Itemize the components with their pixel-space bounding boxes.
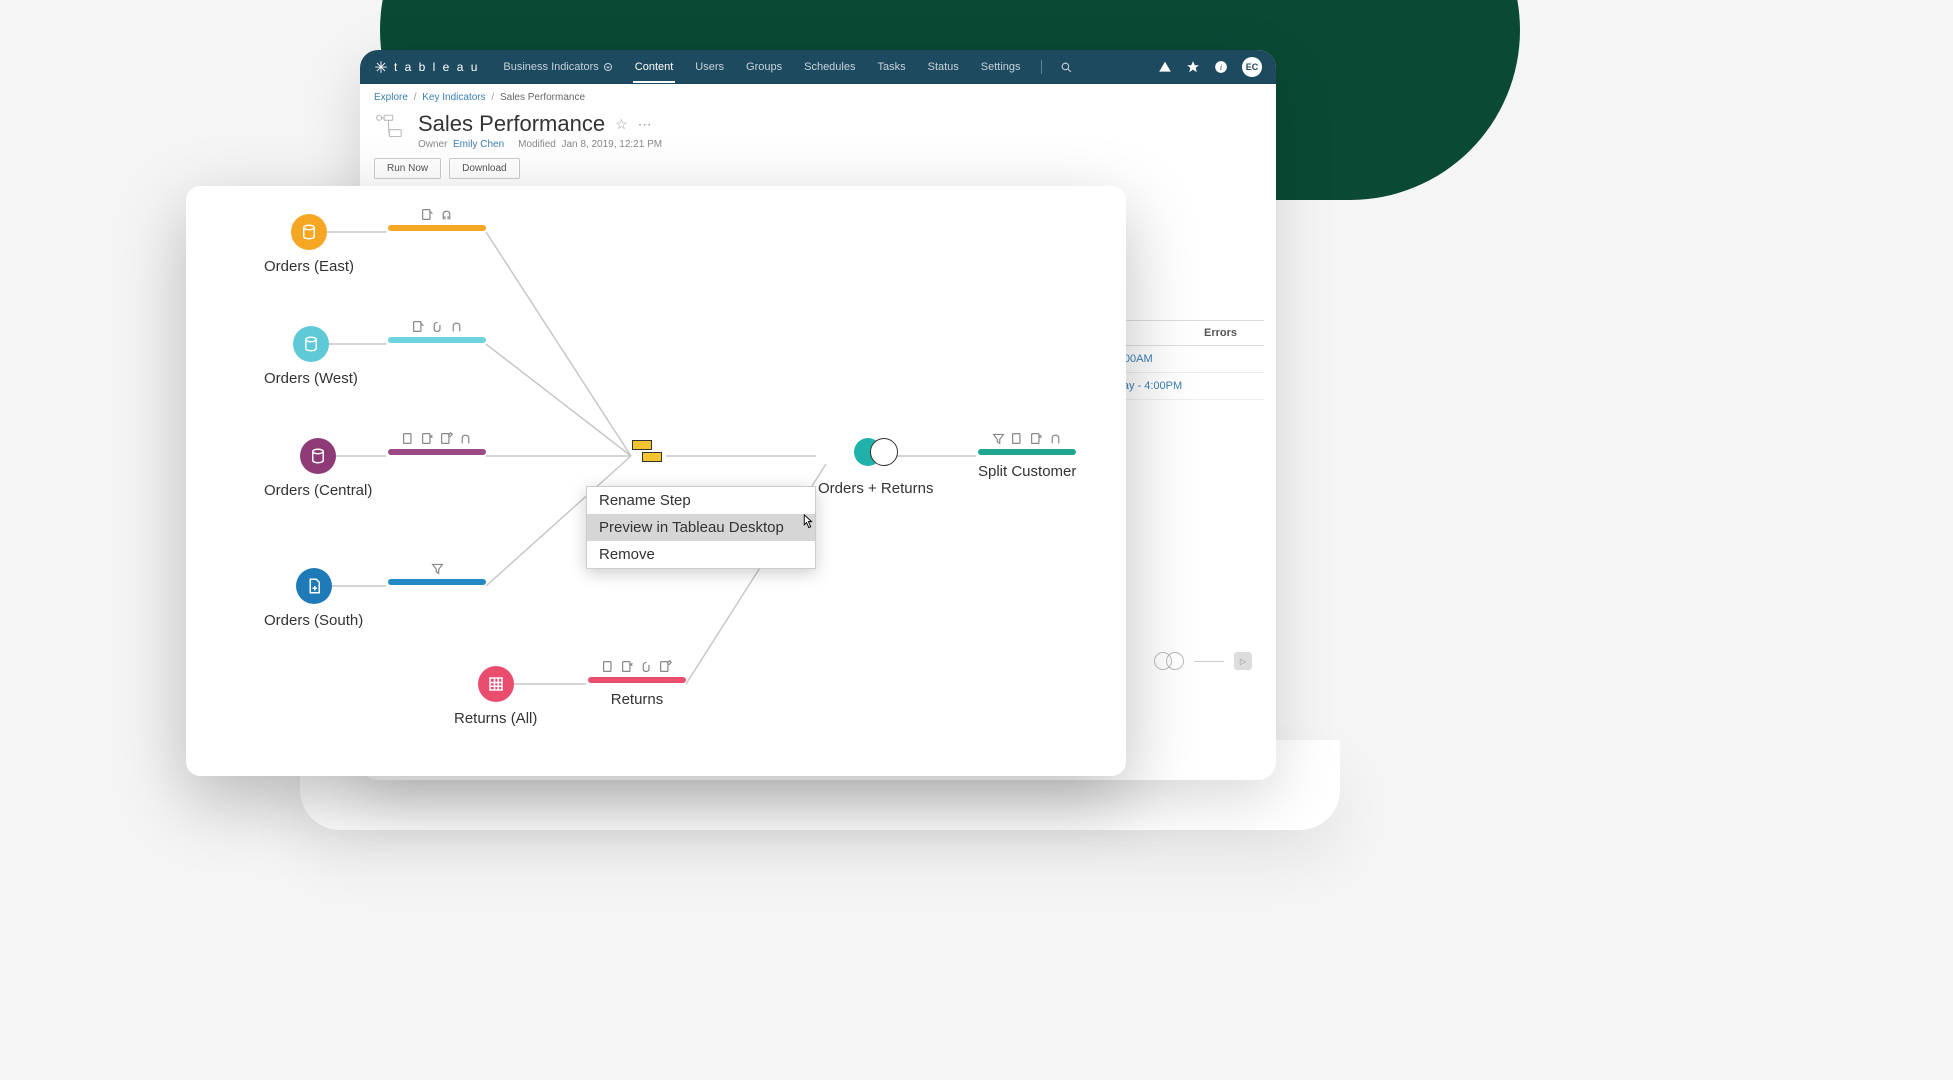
rename-icon: [412, 320, 425, 333]
database-icon: [300, 438, 336, 474]
input-node-orders-central[interactable]: Orders (Central): [264, 438, 372, 499]
remove-icon: [1030, 432, 1043, 445]
tableau-logo-icon: [374, 60, 388, 74]
clean-icon: [440, 208, 453, 221]
crumb-current: Sales Performance: [500, 92, 585, 103]
clean-icon: [450, 320, 463, 333]
union-icon: [632, 440, 664, 466]
crumb-explore[interactable]: Explore: [374, 92, 408, 103]
crumb-key-indicators[interactable]: Key Indicators: [422, 92, 485, 103]
nav-content[interactable]: Content: [633, 61, 676, 83]
breadcrumb: Explore / Key Indicators / Sales Perform…: [360, 84, 1276, 107]
search-icon[interactable]: [1060, 61, 1073, 74]
clean-step-returns[interactable]: Returns: [588, 660, 686, 708]
tableau-wordmark: t a b l e a u: [394, 60, 479, 74]
input-node-orders-west[interactable]: Orders (West): [264, 326, 358, 387]
cursor-pointer-icon: [796, 512, 818, 534]
clean-icon: [459, 432, 472, 445]
venn-icon: [854, 438, 898, 466]
top-nav: t a b l e a u Business Indicators Conten…: [360, 50, 1276, 84]
tableau-logo[interactable]: t a b l e a u: [374, 60, 479, 74]
clean-icon: [1049, 432, 1062, 445]
flow-canvas[interactable]: Orders (East) Orders (West) Orders (Cent…: [186, 186, 1126, 776]
ctx-rename-step[interactable]: Rename Step: [587, 487, 815, 514]
mini-flow-preview: ▷: [1154, 652, 1252, 670]
file-add-icon: [296, 568, 332, 604]
edit-icon: [440, 432, 453, 445]
context-menu: Rename Step Preview in Tableau Desktop R…: [586, 486, 816, 569]
ctx-remove[interactable]: Remove: [587, 541, 815, 568]
modified-value: Jan 8, 2019, 12:21 PM: [561, 139, 662, 150]
rename-icon: [402, 432, 415, 445]
clean-step-west[interactable]: [388, 320, 486, 343]
favorite-toggle-icon[interactable]: ☆: [615, 116, 628, 133]
alert-icon[interactable]: [1158, 60, 1172, 74]
filter-icon: [431, 562, 444, 575]
info-icon[interactable]: i: [1214, 60, 1228, 74]
col-errors[interactable]: Errors: [1204, 327, 1264, 339]
clean-step-south[interactable]: [388, 562, 486, 585]
user-avatar[interactable]: EC: [1242, 57, 1262, 77]
remove-icon: [421, 432, 434, 445]
attachment-icon: [640, 660, 653, 673]
edit-icon: [659, 660, 672, 673]
rename-icon: [602, 660, 615, 673]
flow-type-icon: [374, 111, 408, 145]
nav-groups[interactable]: Groups: [744, 61, 784, 73]
input-node-orders-south[interactable]: Orders (South): [264, 568, 363, 629]
rename-icon: [421, 208, 434, 221]
owner-link[interactable]: Emily Chen: [453, 139, 504, 150]
input-node-returns-all[interactable]: Returns (All): [454, 666, 537, 727]
join-node-orders-returns[interactable]: Orders + Returns: [818, 438, 933, 497]
favorites-icon[interactable]: [1186, 60, 1200, 74]
nav-tasks[interactable]: Tasks: [875, 61, 907, 73]
chevron-down-icon: [603, 62, 613, 72]
clean-step-central[interactable]: [388, 432, 486, 455]
remove-icon: [621, 660, 634, 673]
page-title: Sales Performance ☆ ⋯: [418, 111, 662, 137]
modified-label: Modified: [518, 139, 556, 150]
input-node-orders-east[interactable]: Orders (East): [264, 214, 354, 275]
table-icon: [478, 666, 514, 702]
rename-icon: [1011, 432, 1024, 445]
page-header: Sales Performance ☆ ⋯ Owner Emily Chen M…: [360, 107, 1276, 158]
filter-icon: [992, 432, 1005, 445]
union-node[interactable]: [632, 440, 664, 466]
database-icon: [293, 326, 329, 362]
ctx-preview-desktop[interactable]: Preview in Tableau Desktop: [587, 514, 815, 541]
nav-users[interactable]: Users: [693, 61, 726, 73]
download-button[interactable]: Download: [449, 158, 519, 179]
nav-settings[interactable]: Settings: [979, 61, 1023, 73]
site-selector[interactable]: Business Indicators: [501, 61, 614, 73]
clean-step-east[interactable]: [388, 208, 486, 231]
run-now-button[interactable]: Run Now: [374, 158, 441, 179]
database-icon: [291, 214, 327, 250]
output-step-split-customer[interactable]: Split Customer: [978, 432, 1076, 480]
more-actions-icon[interactable]: ⋯: [638, 116, 652, 133]
nav-schedules[interactable]: Schedules: [802, 61, 857, 73]
attachment-icon: [431, 320, 444, 333]
owner-label: Owner: [418, 139, 447, 150]
nav-status[interactable]: Status: [926, 61, 961, 73]
